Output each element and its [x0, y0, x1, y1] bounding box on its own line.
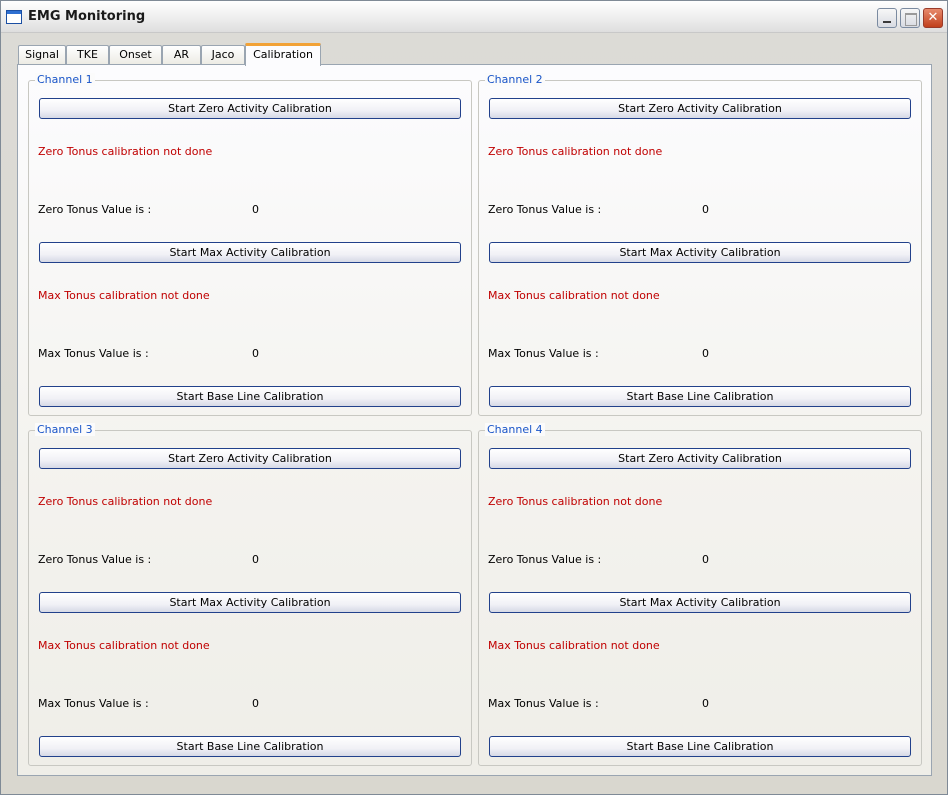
channel-title: Channel 2 [485, 73, 545, 86]
start-zero-calibration-button[interactable]: Start Zero Activity Calibration [489, 98, 911, 119]
tab-onset[interactable]: Onset [109, 45, 162, 65]
app-window-icon [6, 10, 22, 24]
zero-value-label: Zero Tonus Value is : [38, 203, 152, 216]
zero-calibration-status: Zero Tonus calibration not done [38, 145, 213, 158]
max-calibration-status: Max Tonus calibration not done [488, 639, 660, 652]
max-value-label: Max Tonus Value is : [488, 697, 599, 710]
max-value: 0 [252, 347, 259, 360]
minimize-icon[interactable] [877, 8, 897, 28]
start-zero-calibration-button[interactable]: Start Zero Activity Calibration [489, 448, 911, 469]
tab-signal[interactable]: Signal [18, 45, 66, 65]
maximize-icon[interactable] [900, 8, 920, 28]
start-baseline-calibration-button[interactable]: Start Base Line Calibration [489, 386, 911, 407]
channel-title: Channel 4 [485, 423, 545, 436]
start-max-calibration-button[interactable]: Start Max Activity Calibration [489, 592, 911, 613]
start-max-calibration-button[interactable]: Start Max Activity Calibration [39, 592, 461, 613]
tab-calibration[interactable]: Calibration [245, 43, 321, 66]
title-bar[interactable]: EMG Monitoring ✕ [1, 1, 947, 33]
channel-4-group: Channel 4 Start Zero Activity Calibratio… [478, 423, 922, 766]
close-icon[interactable]: ✕ [923, 8, 943, 28]
start-baseline-calibration-button[interactable]: Start Base Line Calibration [39, 386, 461, 407]
window-title: EMG Monitoring [28, 9, 146, 24]
zero-value-label: Zero Tonus Value is : [488, 553, 602, 566]
zero-value-label: Zero Tonus Value is : [38, 553, 152, 566]
max-calibration-status: Max Tonus calibration not done [38, 639, 210, 652]
calibration-panel: Channel 1 Start Zero Activity Calibratio… [17, 64, 932, 776]
max-value-label: Max Tonus Value is : [38, 347, 149, 360]
channel-3-group: Channel 3 Start Zero Activity Calibratio… [28, 423, 472, 766]
max-value: 0 [702, 347, 709, 360]
tab-ar[interactable]: AR [162, 45, 201, 65]
start-max-calibration-button[interactable]: Start Max Activity Calibration [489, 242, 911, 263]
start-zero-calibration-button[interactable]: Start Zero Activity Calibration [39, 448, 461, 469]
zero-value: 0 [252, 553, 259, 566]
max-calibration-status: Max Tonus calibration not done [488, 289, 660, 302]
zero-calibration-status: Zero Tonus calibration not done [488, 145, 663, 158]
max-value-label: Max Tonus Value is : [38, 697, 149, 710]
channel-1-group: Channel 1 Start Zero Activity Calibratio… [28, 73, 472, 416]
start-baseline-calibration-button[interactable]: Start Base Line Calibration [39, 736, 461, 757]
zero-value-label: Zero Tonus Value is : [488, 203, 602, 216]
zero-value: 0 [702, 203, 709, 216]
tab-jaco[interactable]: Jaco [201, 45, 245, 65]
channel-title: Channel 1 [35, 73, 95, 86]
channel-2-group: Channel 2 Start Zero Activity Calibratio… [478, 73, 922, 416]
zero-value: 0 [702, 553, 709, 566]
zero-value: 0 [252, 203, 259, 216]
main-window: EMG Monitoring ✕ Signal TKE Onset AR Jac… [0, 0, 948, 795]
tab-tke[interactable]: TKE [66, 45, 109, 65]
max-value: 0 [252, 697, 259, 710]
start-baseline-calibration-button[interactable]: Start Base Line Calibration [489, 736, 911, 757]
channel-title: Channel 3 [35, 423, 95, 436]
max-value-label: Max Tonus Value is : [488, 347, 599, 360]
max-value: 0 [702, 697, 709, 710]
max-calibration-status: Max Tonus calibration not done [38, 289, 210, 302]
zero-calibration-status: Zero Tonus calibration not done [38, 495, 213, 508]
start-max-calibration-button[interactable]: Start Max Activity Calibration [39, 242, 461, 263]
zero-calibration-status: Zero Tonus calibration not done [488, 495, 663, 508]
start-zero-calibration-button[interactable]: Start Zero Activity Calibration [39, 98, 461, 119]
